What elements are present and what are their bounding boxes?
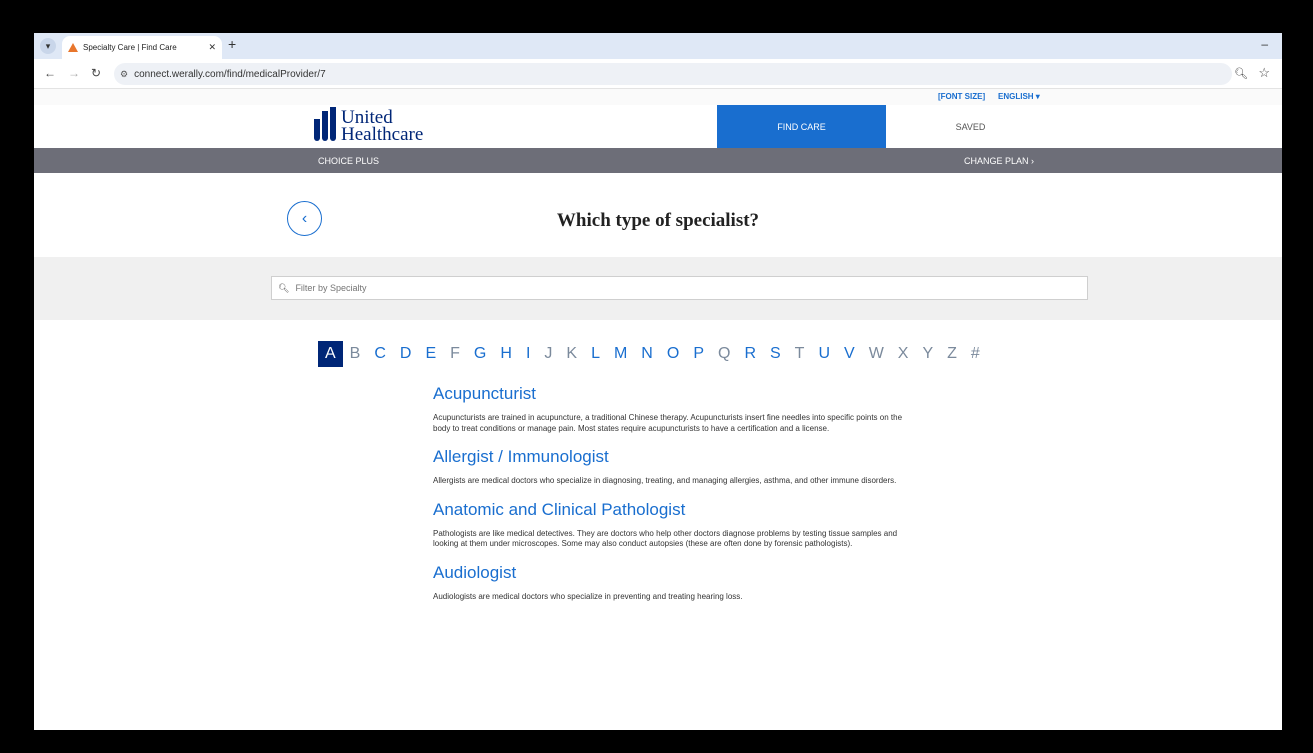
letter-y: Y	[922, 345, 934, 362]
change-plan-button[interactable]: CHANGE PLAN ›	[964, 156, 1034, 166]
page-title: Which type of specialist?	[556, 210, 760, 231]
letter-k: K	[566, 345, 578, 362]
filter-field[interactable]: 🔍︎	[271, 276, 1088, 300]
letter-t: T	[794, 345, 805, 362]
specialty-list: Acupuncturist Acupuncturists are trained …	[433, 384, 918, 615]
alphabet-nav: A B C D E F G H I J K L M N O P Q R S T U V W X Y Z #	[318, 341, 987, 367]
browser-window: ▾ Specialty Care | Find Care ✕ + – ← → ↻…	[34, 33, 1282, 730]
letter-r[interactable]: R	[737, 341, 763, 367]
letter-v[interactable]: V	[837, 341, 862, 367]
forward-arrow-icon[interactable]: →	[68, 66, 80, 80]
letter-w: W	[868, 345, 884, 362]
new-tab-icon[interactable]: +	[228, 36, 236, 52]
filter-area: 🔍︎	[34, 257, 1282, 320]
specialty-description: Pathologists are like medical detectives…	[433, 528, 898, 549]
specialty-description: Acupuncturists are trained in acupunctur…	[433, 413, 903, 433]
specialty-name-link[interactable]: Audiologist	[433, 563, 918, 583]
letter-j: J	[544, 345, 553, 362]
tab-search-chevron-icon[interactable]: ▾	[40, 38, 56, 54]
specialty-name-link[interactable]: Anatomic and Clinical Pathologist	[433, 500, 918, 520]
letter-p[interactable]: P	[686, 341, 711, 367]
letter-a[interactable]: A	[318, 341, 343, 367]
letter-u[interactable]: U	[811, 341, 837, 367]
letter-h[interactable]: H	[493, 341, 519, 367]
search-icon: 🔍︎	[278, 282, 290, 293]
close-tab-icon[interactable]: ✕	[208, 42, 216, 53]
minimize-window-icon[interactable]: –	[1261, 37, 1268, 51]
unitedhealthcare-logo[interactable]: United Healthcare	[314, 107, 424, 145]
letter-s[interactable]: S	[763, 341, 788, 367]
letter-hash: #	[970, 345, 980, 362]
bookmark-star-icon[interactable]: ☆	[1258, 65, 1270, 81]
letter-n[interactable]: N	[634, 341, 660, 367]
zoom-icon[interactable]: 🔍︎	[1234, 67, 1248, 80]
specialty-item: Acupuncturist Acupuncturists are trained …	[433, 384, 918, 434]
letter-c[interactable]: C	[367, 341, 393, 367]
filter-specialty-input[interactable]	[295, 283, 1076, 293]
letter-d[interactable]: D	[393, 341, 419, 367]
u-shield-icon	[314, 107, 336, 143]
url-field[interactable]: ⚙ connect.werally.com/find/medicalProvid…	[114, 63, 1232, 85]
language-select[interactable]: ENGLISH ▾	[998, 92, 1040, 101]
letter-x: X	[897, 345, 909, 362]
letter-m[interactable]: M	[607, 341, 634, 367]
tab-strip: ▾ Specialty Care | Find Care ✕ + –	[34, 33, 1282, 59]
site-header: United Healthcare FIND CARE SAVED	[34, 105, 1282, 148]
letter-i[interactable]: I	[519, 341, 537, 367]
letter-z: Z	[947, 345, 957, 362]
letter-o[interactable]: O	[660, 341, 686, 367]
site-info-icon[interactable]: ⚙	[120, 69, 128, 80]
specialty-item: Allergist / Immunologist Allergists are m…	[433, 447, 918, 487]
specialty-description: Allergists are medical doctors who speci…	[433, 476, 897, 485]
plan-name: CHOICE PLUS	[318, 156, 380, 166]
utility-bar: [FONT SIZE] ENGLISH ▾	[34, 89, 1282, 105]
reload-icon[interactable]: ↻	[91, 66, 101, 80]
letter-b: B	[349, 345, 361, 362]
specialty-name-link[interactable]: Allergist / Immunologist	[433, 447, 918, 467]
url-text: connect.werally.com/find/medicalProvider…	[134, 68, 326, 80]
specialty-item: Anatomic and Clinical Pathologist Patholo…	[433, 500, 918, 550]
tab-title: Specialty Care | Find Care	[83, 43, 177, 52]
letter-l[interactable]: L	[584, 341, 607, 367]
back-arrow-icon[interactable]: ←	[44, 66, 56, 80]
nav-saved[interactable]: SAVED	[886, 105, 1055, 148]
browser-tab[interactable]: Specialty Care | Find Care ✕	[62, 36, 222, 59]
letter-e[interactable]: E	[418, 341, 443, 367]
site-favicon-icon	[68, 43, 78, 52]
plan-bar: CHOICE PLUS CHANGE PLAN ›	[34, 148, 1282, 173]
letter-g[interactable]: G	[467, 341, 493, 367]
letter-q: Q	[717, 345, 731, 362]
specialty-description: Audiologists are medical doctors who spe…	[433, 591, 743, 601]
title-area: ‹ Which type of specialist?	[34, 173, 1282, 257]
specialty-item: Audiologist Audiologists are medical doct…	[433, 563, 918, 603]
font-size-link[interactable]: [FONT SIZE]	[938, 92, 985, 101]
address-bar: ← → ↻ ⚙ connect.werally.com/find/medical…	[34, 59, 1282, 89]
specialty-name-link[interactable]: Acupuncturist	[433, 384, 918, 404]
letter-f: F	[450, 345, 460, 362]
logo-wordmark: United Healthcare	[341, 107, 424, 145]
nav-find-care[interactable]: FIND CARE	[717, 105, 886, 148]
